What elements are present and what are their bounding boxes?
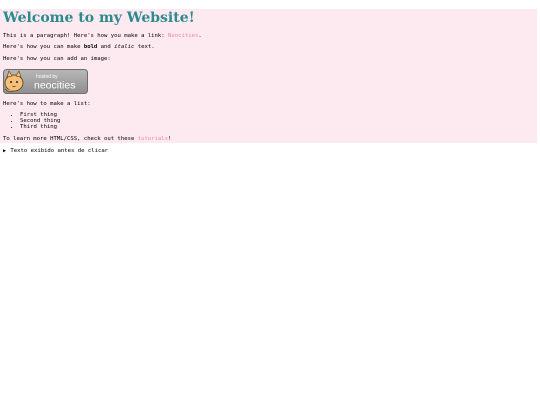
- neocities-badge-image: hosted by neocities: [3, 69, 88, 94]
- paragraph-tutorials: To learn more HTML/CSS, check out these …: [3, 136, 171, 143]
- tutorials-text-end: !: [168, 136, 172, 142]
- paragraph-image: Here's how you can add an image:: [3, 56, 111, 62]
- tutorials-text: To learn more HTML/CSS, check out these: [3, 136, 138, 142]
- page-title: Welcome to my Website!: [3, 10, 195, 26]
- disclosure-triangle-icon: ▶: [3, 148, 7, 154]
- paragraph-list-intro: Here's how to make a list:: [3, 101, 91, 107]
- paragraph-link: This is a paragraph! Here's how you make…: [3, 33, 202, 40]
- paragraph-text: This is a paragraph! Here's how you make…: [3, 33, 169, 39]
- formatting-text-end: text.: [134, 44, 155, 50]
- neocities-link[interactable]: Neocities: [168, 33, 198, 39]
- formatting-text: Here's how you can make: [3, 44, 84, 50]
- details-toggle[interactable]: ▶ Texto exibido antes de clicar: [3, 148, 108, 155]
- bullet-list: First thing Second thing Third thing: [8, 112, 60, 130]
- list-item: Third thing: [20, 124, 60, 130]
- tutorials-link[interactable]: tutorials: [138, 136, 168, 142]
- badge-neocities-text: neocities: [34, 80, 75, 92]
- paragraph-text-end: .: [198, 33, 202, 39]
- main-content: Welcome to my Website! This is a paragra…: [0, 9, 537, 143]
- formatting-text-middle: and: [97, 44, 115, 50]
- details-summary-text: Texto exibido antes de clicar: [10, 148, 109, 154]
- italic-text: italic: [114, 44, 135, 50]
- bold-text: bold: [83, 44, 98, 50]
- paragraph-formatting: Here's how you can make bold and italic …: [3, 44, 155, 51]
